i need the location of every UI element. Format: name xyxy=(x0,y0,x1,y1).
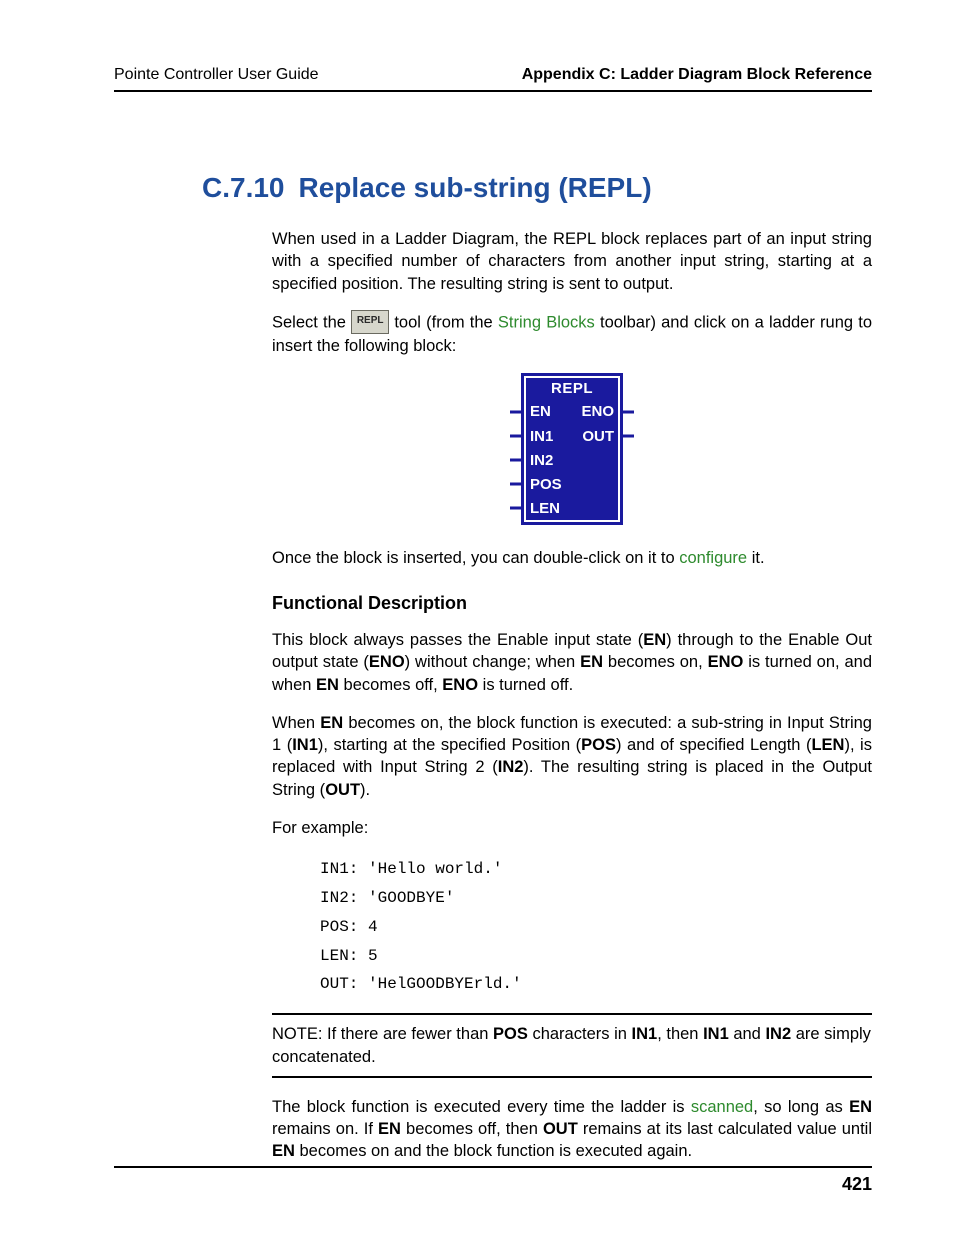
term: IN2 xyxy=(498,758,524,776)
text: , then xyxy=(657,1025,703,1043)
text: and xyxy=(729,1025,766,1043)
term: LEN xyxy=(811,736,844,754)
func-paragraph-1: This block always passes the Enable inpu… xyxy=(272,629,872,696)
running-header: Pointe Controller User Guide Appendix C:… xyxy=(114,66,872,92)
functional-description-heading: Functional Description xyxy=(272,591,872,615)
term: IN2 xyxy=(765,1025,791,1043)
pin-stub-icon xyxy=(622,430,634,442)
repl-block: REPL EN ENO IN1 OUT IN2 POS xyxy=(521,373,623,525)
section-heading: C.7.10 Replace sub-string (REPL) xyxy=(202,172,872,204)
text: The block function is executed every tim… xyxy=(272,1098,691,1116)
repl-block-figure: REPL EN ENO IN1 OUT IN2 POS xyxy=(512,373,632,525)
text: becomes on, xyxy=(603,653,708,671)
text: characters in xyxy=(528,1025,632,1043)
term: POS xyxy=(493,1025,528,1043)
after-block-paragraph: Once the block is inserted, you can doub… xyxy=(272,547,872,569)
page: Pointe Controller User Guide Appendix C:… xyxy=(0,0,954,1235)
scanned-link[interactable]: scanned xyxy=(691,1098,753,1116)
term: IN1 xyxy=(703,1025,729,1043)
section-title: Replace sub-string (REPL) xyxy=(299,172,652,204)
text: becomes off, then xyxy=(401,1120,543,1138)
text: ) and of specified Length ( xyxy=(616,736,811,754)
pin-stub-icon xyxy=(510,478,522,490)
for-example-label: For example: xyxy=(272,817,872,839)
term: ENO xyxy=(369,653,405,671)
term: EN xyxy=(316,676,339,694)
pin-label: POS xyxy=(530,475,562,495)
text: remains on. If xyxy=(272,1120,378,1138)
pin-label: EN xyxy=(530,402,551,422)
intro-paragraph: When used in a Ladder Diagram, the REPL … xyxy=(272,228,872,295)
term: EN xyxy=(643,631,666,649)
pin-stub-icon xyxy=(510,406,522,418)
pin-label: IN2 xyxy=(530,451,553,471)
term: ENO xyxy=(442,676,478,694)
block-title: REPL xyxy=(524,376,620,400)
text: becomes off, xyxy=(339,676,442,694)
header-right: Appendix C: Ladder Diagram Block Referen… xyxy=(522,66,872,84)
pin-label: IN1 xyxy=(530,427,553,447)
term: EN xyxy=(272,1142,295,1160)
pin-label: ENO xyxy=(581,402,614,422)
term: IN1 xyxy=(292,736,318,754)
example-code: IN1: 'Hello world.' IN2: 'GOODBYE' POS: … xyxy=(320,855,872,999)
pin-stub-icon xyxy=(510,502,522,514)
text: it. xyxy=(747,549,764,567)
repl-tool-icon: REPL xyxy=(351,310,389,334)
term: ENO xyxy=(708,653,744,671)
body-column: When used in a Ladder Diagram, the REPL … xyxy=(272,228,872,1163)
text: Select the xyxy=(272,313,351,331)
term: EN xyxy=(849,1098,872,1116)
text: When xyxy=(272,714,320,732)
func-paragraph-2: When EN becomes on, the block function i… xyxy=(272,712,872,801)
text: becomes on and the block function is exe… xyxy=(295,1142,692,1160)
term: IN1 xyxy=(632,1025,658,1043)
text: Once the block is inserted, you can doub… xyxy=(272,549,679,567)
note-box: NOTE: If there are fewer than POS charac… xyxy=(272,1013,872,1078)
page-number: 421 xyxy=(114,1166,872,1195)
text: is turned off. xyxy=(478,676,573,694)
pin-stub-icon xyxy=(510,430,522,442)
text: ) without change; when xyxy=(405,653,580,671)
text: tool (from the xyxy=(394,313,498,331)
text: NOTE: If there are fewer than xyxy=(272,1025,493,1043)
term: EN xyxy=(580,653,603,671)
pin-stub-icon xyxy=(622,406,634,418)
section-number: C.7.10 xyxy=(202,172,285,204)
text: This block always passes the Enable inpu… xyxy=(272,631,643,649)
text: ), starting at the specified Position ( xyxy=(318,736,581,754)
pin-label: OUT xyxy=(582,427,614,447)
string-blocks-link[interactable]: String Blocks xyxy=(498,313,595,331)
text: ). xyxy=(360,781,370,799)
term: POS xyxy=(581,736,616,754)
term: EN xyxy=(320,714,343,732)
pin-stub-icon xyxy=(510,454,522,466)
select-paragraph: Select the REPL tool (from the String Bl… xyxy=(272,311,872,357)
text: remains at its last calculated value unt… xyxy=(578,1120,872,1138)
header-left: Pointe Controller User Guide xyxy=(114,66,319,84)
scan-paragraph: The block function is executed every tim… xyxy=(272,1096,872,1163)
term: EN xyxy=(378,1120,401,1138)
pin-label: LEN xyxy=(530,499,560,519)
configure-link[interactable]: configure xyxy=(679,549,747,567)
term: OUT xyxy=(543,1120,578,1138)
term: OUT xyxy=(325,781,360,799)
text: , so long as xyxy=(753,1098,849,1116)
